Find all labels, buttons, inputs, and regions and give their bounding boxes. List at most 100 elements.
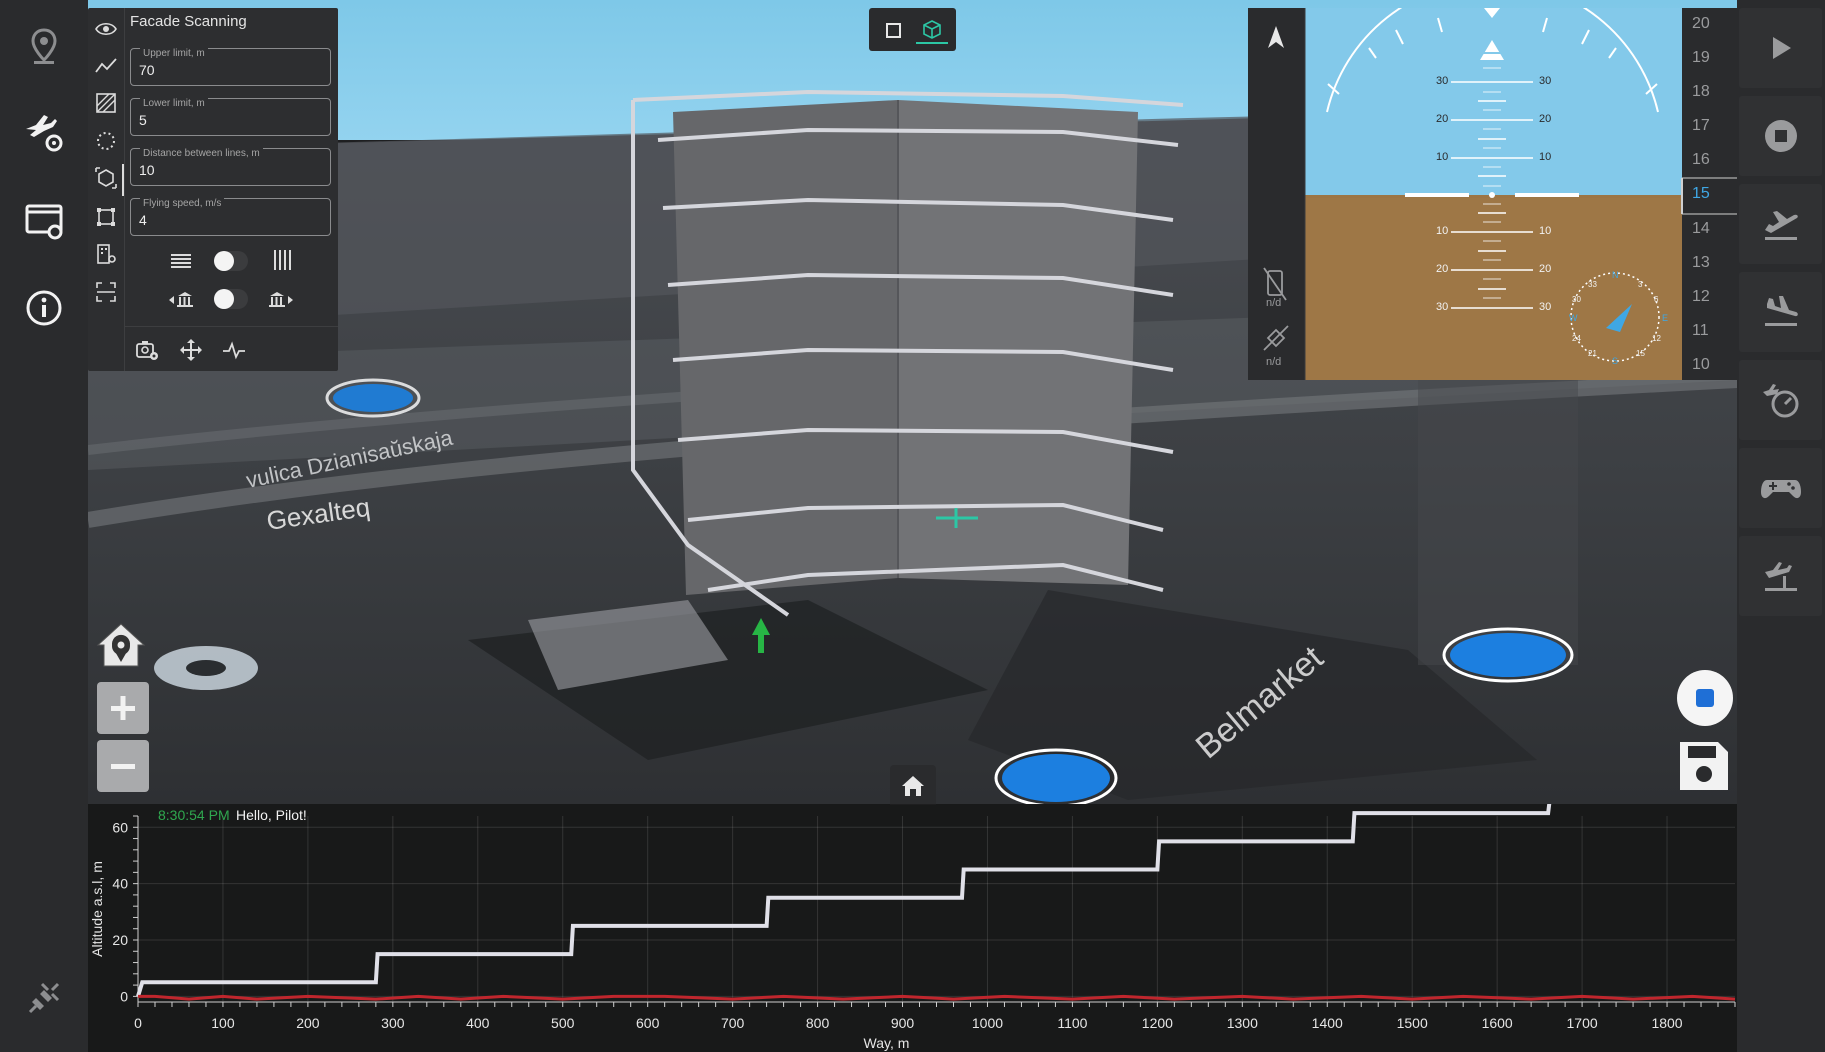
x-tick-label: 1400 bbox=[1312, 1015, 1343, 1031]
view-3d-button[interactable] bbox=[916, 16, 948, 44]
y-tick-label: 40 bbox=[112, 876, 128, 892]
view-2d-button[interactable] bbox=[879, 16, 907, 44]
compass-label: 6 bbox=[1654, 295, 1659, 304]
upper-limit-field[interactable]: Upper limit, m bbox=[130, 48, 331, 86]
pulse-icon bbox=[223, 341, 245, 360]
manual-control-button[interactable] bbox=[1739, 448, 1822, 528]
pitch-label: 20 bbox=[1539, 263, 1552, 275]
x-tick-label: 1500 bbox=[1397, 1015, 1428, 1031]
tape-value: 18 bbox=[1692, 83, 1710, 100]
compass-label: 24 bbox=[1572, 334, 1581, 343]
distance-input[interactable] bbox=[139, 162, 319, 178]
panel-separator bbox=[124, 326, 338, 327]
frame-tool[interactable] bbox=[94, 205, 118, 229]
square-2d-icon bbox=[886, 23, 901, 38]
x-tick-label: 500 bbox=[551, 1015, 575, 1031]
tool-column bbox=[88, 8, 124, 371]
distance-label: Distance between lines, m bbox=[140, 148, 263, 159]
pitch-label: 30 bbox=[1539, 301, 1552, 313]
pitch-label: 10 bbox=[1539, 225, 1552, 237]
return-home-plane-icon bbox=[1764, 562, 1797, 591]
x-tick-label: 1800 bbox=[1651, 1015, 1682, 1031]
scan-region-icon bbox=[96, 282, 116, 302]
x-tick-label: 1600 bbox=[1482, 1015, 1513, 1031]
panel-title: Facade Scanning bbox=[130, 13, 247, 30]
toggle-knob bbox=[214, 289, 234, 309]
facade-tool[interactable] bbox=[94, 166, 118, 190]
attitude-panel: 30 30 20 20 10 10 10 10 20 20 30 30 N E … bbox=[1248, 0, 1737, 380]
message-timestamp: 8:30:54 PM bbox=[158, 807, 230, 823]
pulse-button[interactable] bbox=[221, 337, 247, 363]
return-home-tab[interactable] bbox=[890, 765, 936, 805]
tape-value: 16 bbox=[1692, 151, 1710, 168]
horizontal-lines-icon bbox=[171, 254, 191, 268]
map-location-nav[interactable] bbox=[14, 16, 74, 76]
y-tick-label: 60 bbox=[112, 819, 128, 835]
speed-input[interactable] bbox=[139, 212, 319, 228]
record-button[interactable] bbox=[1675, 668, 1735, 728]
info-icon bbox=[26, 290, 62, 326]
info-nav[interactable] bbox=[14, 278, 74, 338]
speed-field[interactable]: Flying speed, m/s bbox=[130, 198, 331, 236]
y-axis-label: Altitude a.s.l, m bbox=[89, 861, 105, 957]
house-icon bbox=[902, 776, 924, 796]
area-tool[interactable] bbox=[94, 91, 118, 115]
connection-button[interactable] bbox=[14, 968, 74, 1028]
play-icon bbox=[1772, 37, 1791, 59]
x-tick-label: 800 bbox=[806, 1015, 830, 1031]
takeoff-button[interactable] bbox=[1739, 184, 1822, 264]
line-direction-toggle[interactable] bbox=[214, 251, 248, 271]
polyline-tool[interactable] bbox=[94, 54, 118, 78]
lower-limit-input[interactable] bbox=[139, 112, 319, 128]
upper-limit-input[interactable] bbox=[139, 62, 319, 78]
return-to-launch-button[interactable] bbox=[1739, 536, 1822, 616]
cube-3d-icon bbox=[923, 20, 941, 39]
plus-icon bbox=[111, 696, 135, 720]
compass-label: 33 bbox=[1588, 280, 1597, 289]
elevation-chart: 0 100 200 300 400 500 600 700 800 900 1000 1100 1200… bbox=[89, 797, 1736, 1051]
circle-tool[interactable] bbox=[94, 129, 118, 153]
camera-settings-button[interactable] bbox=[134, 337, 160, 363]
start-mission-button[interactable] bbox=[1739, 8, 1822, 88]
stop-mission-button[interactable] bbox=[1739, 96, 1822, 176]
move-button[interactable] bbox=[178, 337, 204, 363]
capture-region-tool[interactable] bbox=[94, 280, 118, 304]
compass-label: 12 bbox=[1652, 334, 1661, 343]
panel-divider bbox=[124, 8, 125, 371]
distance-field[interactable]: Distance between lines, m bbox=[130, 148, 331, 186]
zoom-in-button[interactable] bbox=[97, 682, 149, 734]
save-mission-button[interactable] bbox=[1676, 738, 1732, 794]
window-settings-nav[interactable] bbox=[14, 191, 74, 251]
tape-value: 19 bbox=[1692, 49, 1710, 66]
pitch-label: 10 bbox=[1539, 151, 1552, 163]
move-arrows-icon bbox=[180, 339, 202, 361]
minus-icon bbox=[111, 764, 135, 769]
vertical-lines-icon bbox=[274, 250, 291, 270]
facade-scanning-panel: Facade Scanning Upper limit, m Lower lim… bbox=[88, 8, 338, 371]
building-settings-tool[interactable] bbox=[94, 242, 118, 266]
home-location-button[interactable] bbox=[94, 618, 148, 672]
tape-current-value: 15 bbox=[1692, 185, 1710, 202]
tape-value: 14 bbox=[1692, 220, 1710, 237]
zoom-out-button[interactable] bbox=[97, 740, 149, 792]
compass-label: N bbox=[1612, 270, 1619, 280]
compass-label: W bbox=[1569, 313, 1578, 323]
mission-planning-nav[interactable] bbox=[14, 103, 74, 163]
x-tick-label: 1700 bbox=[1567, 1015, 1598, 1031]
gps-status-text: n/d bbox=[1266, 356, 1282, 368]
tape-value: 17 bbox=[1692, 117, 1710, 134]
lower-limit-label: Lower limit, m bbox=[140, 98, 208, 109]
frame-corners-icon bbox=[97, 208, 115, 226]
flight-speed-button[interactable] bbox=[1739, 360, 1822, 440]
attitude-indicator bbox=[1248, 0, 1737, 380]
tape-value: 11 bbox=[1692, 322, 1709, 339]
lower-limit-field[interactable]: Lower limit, m bbox=[130, 98, 331, 136]
toggle-knob bbox=[214, 251, 234, 271]
visibility-tool[interactable] bbox=[94, 17, 118, 41]
compass-label: 3 bbox=[1638, 280, 1643, 289]
takeoff-icon bbox=[1764, 211, 1798, 240]
x-tick-label: 200 bbox=[296, 1015, 320, 1031]
x-tick-label: 0 bbox=[134, 1015, 142, 1031]
land-button[interactable] bbox=[1739, 272, 1822, 352]
scan-side-toggle[interactable] bbox=[214, 289, 248, 309]
